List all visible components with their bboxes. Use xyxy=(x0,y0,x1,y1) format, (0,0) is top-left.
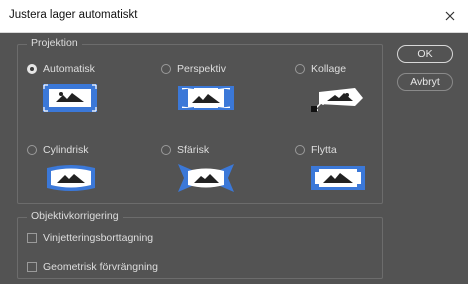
auto-layout-icon[interactable] xyxy=(43,82,97,114)
projection-legend: Projektion xyxy=(27,37,82,49)
close-button[interactable] xyxy=(438,4,462,28)
radio-indicator[interactable] xyxy=(295,64,305,74)
radio-label: Sfärisk xyxy=(177,144,210,156)
radio-label: Kollage xyxy=(311,63,347,75)
radio-indicator[interactable] xyxy=(295,145,305,155)
title-bar: Justera lager automatiskt xyxy=(0,0,468,33)
spherical-layout-icon[interactable] xyxy=(178,162,234,194)
close-icon xyxy=(445,11,455,21)
radio-indicator[interactable] xyxy=(161,64,171,74)
auto-align-dialog: Justera lager automatiskt Projektion Aut… xyxy=(0,0,468,284)
geometric-distortion-checkbox[interactable]: Geometrisk förvrängning xyxy=(27,261,158,273)
checkbox-box[interactable] xyxy=(27,262,37,272)
perspective-layout-icon[interactable] xyxy=(178,82,234,114)
radio-label: Cylindrisk xyxy=(43,144,89,156)
vignette-removal-checkbox[interactable]: Vinjetteringsborttagning xyxy=(27,232,153,244)
radio-indicator[interactable] xyxy=(27,145,37,155)
radio-indicator[interactable] xyxy=(161,145,171,155)
checkbox-label: Geometrisk förvrängning xyxy=(43,261,158,273)
reposition-layout-icon[interactable] xyxy=(311,162,365,194)
lens-correction-legend: Objektivkorrigering xyxy=(27,210,123,222)
cylindrical-layout-icon[interactable] xyxy=(43,162,99,194)
radio-label: Flytta xyxy=(311,144,337,156)
radio-reposition[interactable]: Flytta xyxy=(295,144,337,156)
radio-label: Perspektiv xyxy=(177,63,227,75)
collage-layout-icon[interactable] xyxy=(311,82,365,114)
dialog-title: Justera lager automatiskt xyxy=(9,9,138,21)
radio-spherical[interactable]: Sfärisk xyxy=(161,144,209,156)
checkbox-box[interactable] xyxy=(27,233,37,243)
radio-automatic[interactable]: Automatisk xyxy=(27,63,95,75)
checkbox-label: Vinjetteringsborttagning xyxy=(43,232,154,244)
radio-label: Automatisk xyxy=(43,63,95,75)
radio-collage[interactable]: Kollage xyxy=(295,63,346,75)
radio-cylindrical[interactable]: Cylindrisk xyxy=(27,144,89,156)
ok-button[interactable]: OK xyxy=(397,45,453,63)
radio-indicator-selected[interactable] xyxy=(27,64,37,74)
cancel-button[interactable]: Avbryt xyxy=(397,73,453,91)
radio-perspective[interactable]: Perspektiv xyxy=(161,63,226,75)
